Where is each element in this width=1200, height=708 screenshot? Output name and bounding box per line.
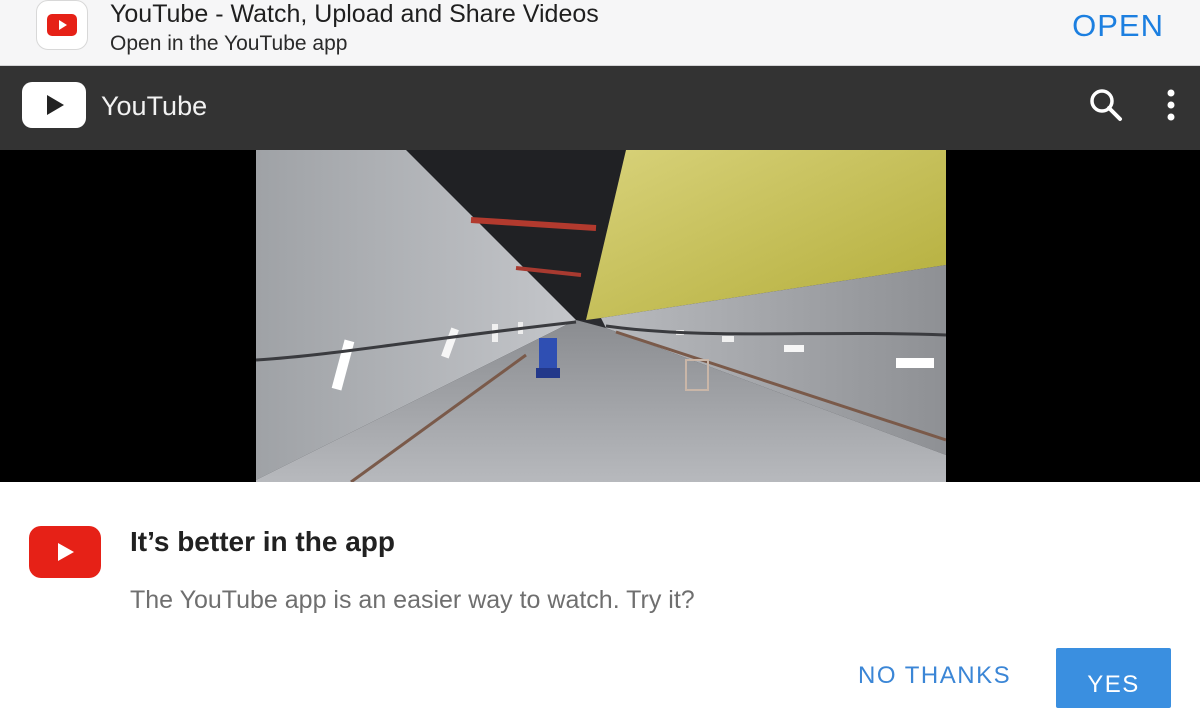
search-icon[interactable] xyxy=(1086,86,1126,126)
open-app-button[interactable]: OPEN xyxy=(1072,8,1164,44)
topbar-title: YouTube xyxy=(101,91,208,121)
youtube-play-icon[interactable] xyxy=(22,82,86,128)
youtube-logo-icon xyxy=(36,0,88,50)
youtube-logo-icon xyxy=(29,526,101,578)
banner-app-title: YouTube - Watch, Upload and Share Videos xyxy=(110,0,599,28)
smart-app-banner[interactable]: YouTube - Watch, Upload and Share Videos… xyxy=(0,0,1200,66)
more-vertical-icon[interactable] xyxy=(1156,86,1186,126)
banner-app-subtitle: Open in the YouTube app xyxy=(110,32,348,55)
open-in-app-dialog: It’s better in the app The YouTube app i… xyxy=(0,482,1200,708)
dialog-body: The YouTube app is an easier way to watc… xyxy=(130,586,695,614)
video-player[interactable] xyxy=(0,150,1200,482)
top-app-bar: YouTube xyxy=(0,66,1200,150)
video-thumbnail[interactable] xyxy=(256,150,946,482)
no-thanks-button[interactable]: NO THANKS xyxy=(858,662,1011,690)
dialog-title: It’s better in the app xyxy=(130,526,395,557)
yes-button[interactable]: YES xyxy=(1056,648,1171,708)
